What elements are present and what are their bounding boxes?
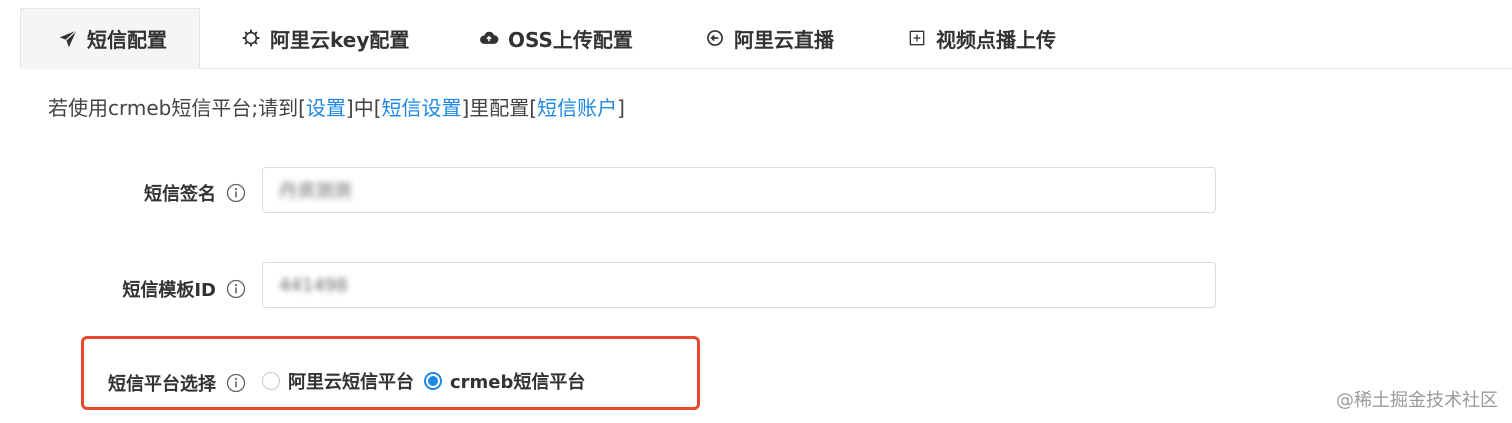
sms-settings-link[interactable]: 短信设置 — [382, 96, 462, 120]
sms-template-input[interactable]: 441498 — [262, 262, 1216, 308]
radio-aliyun-sms[interactable]: 阿里云短信平台 — [262, 368, 414, 394]
plus-square-icon — [906, 27, 928, 49]
settings-link[interactable]: 设置 — [306, 96, 346, 120]
paper-plane-icon — [57, 28, 79, 50]
sms-sign-label: 短信签名 — [80, 180, 246, 206]
sms-notice: 若使用crmeb短信平台;请到[设置]中[短信设置]里配置[短信账户] — [48, 96, 625, 120]
circle-arrow-left-icon — [704, 27, 726, 49]
tab-bar: 短信配置 阿里云key配置 OSS上传配置 阿里云直播 视频点播上传 — [20, 0, 1512, 69]
tab-oss-upload[interactable]: OSS上传配置 — [478, 8, 633, 68]
info-icon[interactable] — [226, 373, 246, 393]
tab-label: 阿里云直播 — [734, 27, 834, 52]
tab-sms-config[interactable]: 短信配置 — [20, 8, 200, 69]
sms-template-label: 短信模板ID — [80, 276, 246, 302]
radio-circle[interactable] — [262, 372, 280, 390]
tab-label: 视频点播上传 — [936, 27, 1056, 52]
cloud-upload-icon — [478, 27, 500, 49]
tab-aliyun-live[interactable]: 阿里云直播 — [704, 8, 834, 68]
radio-crmeb-sms[interactable]: crmeb短信平台 — [424, 368, 585, 394]
watermark: @稀土掘金技术社区 — [1336, 390, 1498, 411]
radio-circle-checked[interactable] — [424, 372, 442, 390]
sms-account-link[interactable]: 短信账户 — [537, 96, 617, 120]
gear-icon — [240, 27, 262, 49]
tab-label: 短信配置 — [87, 28, 167, 52]
tab-video-upload[interactable]: 视频点播上传 — [906, 8, 1056, 68]
sms-platform-label: 短信平台选择 — [80, 370, 246, 396]
tab-label: 阿里云key配置 — [270, 27, 410, 52]
sms-sign-value: 丹资测测 — [279, 181, 351, 202]
sms-sign-input[interactable]: 丹资测测 — [262, 167, 1216, 213]
info-icon[interactable] — [226, 279, 246, 299]
tab-label: OSS上传配置 — [508, 27, 633, 52]
sms-template-value: 441498 — [279, 274, 348, 296]
tab-aliyun-key[interactable]: 阿里云key配置 — [240, 8, 409, 68]
info-icon[interactable] — [226, 183, 246, 203]
